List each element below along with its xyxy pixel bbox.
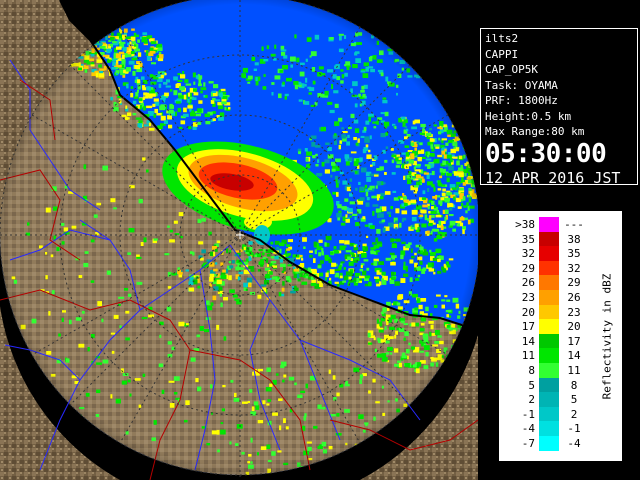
legend-lower-bound: 17	[521, 320, 535, 334]
max-range: Max Range:80 km	[485, 125, 585, 138]
legend-title: Reflectivity in dBZ	[600, 273, 614, 400]
legend-lower-bound: -1	[521, 407, 535, 421]
legend-upper-bound: 5	[570, 393, 578, 407]
legend-swatch	[539, 421, 559, 437]
legend-swatch	[539, 260, 559, 276]
legend-lower-bound: 14	[521, 334, 535, 348]
legend-upper-bound: 14	[567, 349, 581, 363]
cappi-height: Height:0.5 km	[485, 109, 572, 123]
color-legend: >38 --- 35 38 32 35 29 32 26 29 23 26 20 23 17 20 14 17 11…	[498, 210, 623, 462]
legend-lower-bound: 29	[521, 261, 535, 275]
legend-swatch	[539, 319, 559, 335]
legend-swatch	[539, 217, 559, 232]
legend-upper-bound: 26	[567, 291, 581, 304]
task-name: Task: OYAMA	[485, 78, 558, 92]
scan-info-panel: ilts2 CAPPI CAP_OP5K Task: OYAMA PRF: 18…	[480, 28, 638, 187]
legend-swatch	[539, 246, 559, 262]
legend-swatch	[539, 436, 559, 451]
product-name: CAPPI	[485, 47, 519, 61]
legend-lower-bound: >38	[515, 218, 535, 231]
legend-upper-bound: 38	[567, 232, 581, 246]
legend-upper-bound: -4	[567, 437, 581, 450]
legend-upper-bound: -1	[567, 422, 581, 436]
legend-swatch	[539, 363, 559, 378]
prf-value: PRF: 1800Hz	[485, 94, 558, 107]
legend-lower-bound: -4	[521, 422, 535, 436]
legend-swatch	[539, 406, 559, 422]
legend-lower-bound: 35	[521, 232, 535, 246]
radar-map-svg	[0, 0, 478, 480]
scan-time: 05:30:00	[485, 138, 607, 169]
legend-upper-bound: 29	[567, 276, 581, 290]
legend-swatch	[539, 304, 559, 320]
site-name: ilts2	[485, 32, 519, 45]
legend-lower-bound: 32	[521, 247, 535, 261]
legend-swatch	[539, 231, 559, 247]
legend-upper-bound: 2	[570, 407, 578, 421]
legend-lower-bound: 8	[528, 364, 535, 377]
legend-upper-bound: 32	[567, 261, 581, 275]
legend-lower-bound: 2	[528, 393, 535, 407]
legend-lower-bound: 26	[521, 276, 535, 290]
legend-lower-bound: 23	[521, 291, 535, 304]
legend-upper-bound: 11	[567, 364, 581, 377]
legend-swatch	[539, 392, 559, 408]
legend-lower-bound: 5	[528, 378, 535, 392]
legend-upper-bound: 20	[567, 320, 581, 334]
legend-swatch	[539, 275, 559, 291]
legend-swatch	[539, 290, 559, 305]
legend-title-box: Reflectivity in dBZ	[599, 226, 615, 451]
legend-upper-bound: 8	[570, 378, 578, 392]
legend-upper-bound: 17	[567, 334, 581, 348]
legend-upper-bound: ---	[564, 218, 584, 231]
radar-map[interactable]	[0, 0, 478, 480]
legend-lower-bound: 20	[521, 305, 535, 319]
scan-date: 12 APR 2016 JST	[485, 168, 621, 187]
legend-upper-bound: 23	[567, 305, 581, 319]
radar-display: ilts2 CAPPI CAP_OP5K Task: OYAMA PRF: 18…	[0, 0, 640, 480]
legend-lower-bound: 11	[521, 349, 535, 363]
legend-swatch	[539, 333, 559, 349]
legend-lower-bound: -7	[521, 437, 535, 450]
legend-upper-bound: 35	[567, 247, 581, 261]
scan-name: CAP_OP5K	[485, 63, 538, 76]
legend-swatch	[539, 377, 559, 393]
legend-swatch	[539, 348, 559, 364]
